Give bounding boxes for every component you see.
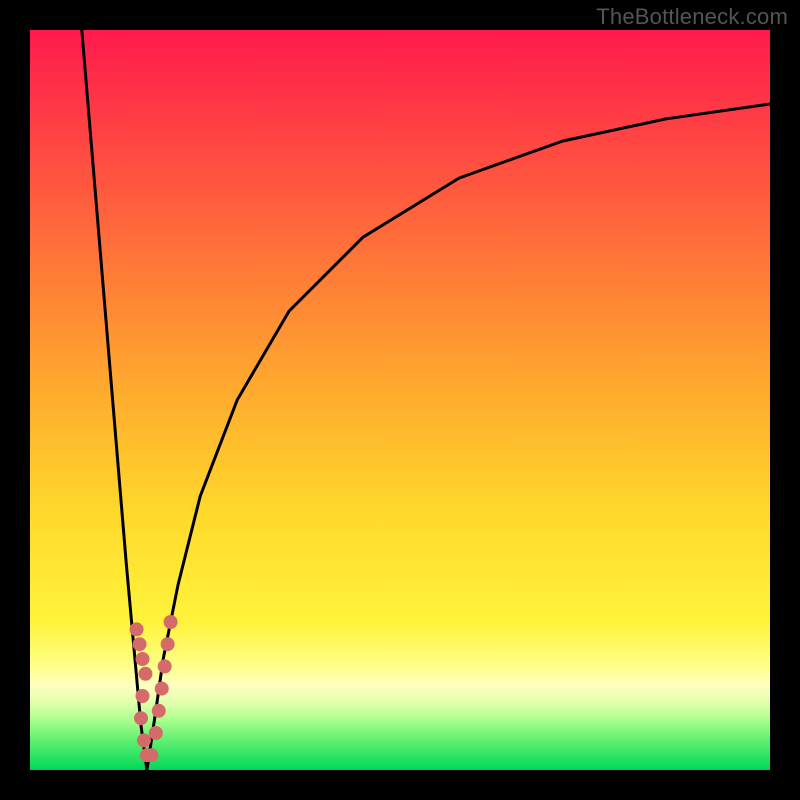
- chart-frame: TheBottleneck.com: [0, 0, 800, 800]
- right-branch-curve: [147, 104, 770, 770]
- watermark-text: TheBottleneck.com: [596, 4, 788, 30]
- curve-layer: [30, 30, 770, 770]
- plot-area: [30, 30, 770, 770]
